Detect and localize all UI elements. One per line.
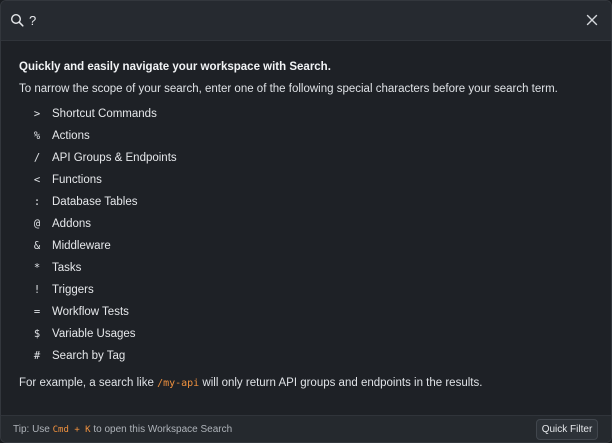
shortcut-label: Variable Usages: [52, 328, 136, 340]
tip-text: Tip: Use Cmd + K to open this Workspace …: [13, 424, 232, 435]
shortcut-char: $: [33, 328, 41, 340]
shortcut-item-api-groups: / API Groups & Endpoints: [19, 147, 419, 169]
example-code: /my-api: [157, 378, 200, 389]
shortcut-item-triggers: ! Triggers: [19, 279, 419, 301]
shortcut-item-addons: @ Addons: [19, 213, 419, 235]
shortcut-label: Shortcut Commands: [52, 108, 157, 120]
shortcut-char: #: [33, 350, 41, 362]
kbd-plus: +: [68, 425, 86, 435]
search-bar: [1, 1, 611, 41]
shortcut-label: Functions: [52, 174, 102, 186]
help-heading: Quickly and easily navigate your workspa…: [19, 61, 331, 73]
tip-suffix: to open this Workspace Search: [90, 424, 233, 435]
shortcut-label: Workflow Tests: [52, 306, 129, 318]
footer: Tip: Use Cmd + K to open this Workspace …: [1, 415, 611, 442]
search-input[interactable]: [29, 10, 569, 30]
shortcut-item-variable-usages: $ Variable Usages: [19, 323, 419, 345]
shortcut-char: <: [33, 174, 41, 186]
close-icon[interactable]: [586, 14, 598, 26]
shortcut-item-actions: % Actions: [19, 125, 419, 147]
shortcut-label: Database Tables: [52, 196, 138, 208]
tip-prefix: Tip: Use: [13, 424, 53, 435]
shortcut-label: Actions: [52, 130, 90, 142]
shortcut-item-shortcut-commands: > Shortcut Commands: [19, 103, 419, 125]
shortcut-char: :: [33, 196, 41, 208]
shortcut-char: @: [33, 218, 41, 230]
shortcut-char: *: [33, 262, 41, 274]
shortcut-item-workflow-tests: = Workflow Tests: [19, 301, 419, 323]
shortcut-item-database-tables: : Database Tables: [19, 191, 419, 213]
shortcut-label: Tasks: [52, 262, 82, 274]
shortcut-item-middleware: & Middleware: [19, 235, 419, 257]
shortcut-label: Middleware: [52, 240, 111, 252]
shortcut-item-search-by-tag: # Search by Tag: [19, 345, 419, 367]
shortcut-item-tasks: * Tasks: [19, 257, 419, 279]
kbd-cmd: Cmd: [52, 425, 69, 435]
shortcut-char: %: [33, 130, 41, 142]
shortcut-char: >: [33, 108, 41, 120]
help-intro: To narrow the scope of your search, ente…: [19, 83, 558, 95]
shortcut-char: /: [33, 152, 41, 164]
shortcut-label: API Groups & Endpoints: [52, 152, 177, 164]
shortcut-label: Triggers: [52, 284, 94, 296]
shortcut-char: &: [33, 240, 41, 252]
shortcut-char: !: [33, 284, 41, 296]
quick-filter-button[interactable]: Quick Filter: [536, 419, 598, 440]
shortcut-label: Addons: [52, 218, 92, 230]
example-suffix: will only return API groups and endpoint…: [199, 377, 483, 389]
example-text: For example, a search like /my-api will …: [19, 377, 482, 389]
example-prefix: For example, a search like: [19, 377, 158, 389]
shortcut-item-functions: < Functions: [19, 169, 419, 191]
workspace-search-modal: Quickly and easily navigate your workspa…: [0, 0, 612, 443]
shortcut-label: Search by Tag: [52, 350, 126, 362]
shortcut-char: =: [33, 306, 41, 318]
search-icon: [10, 13, 24, 27]
